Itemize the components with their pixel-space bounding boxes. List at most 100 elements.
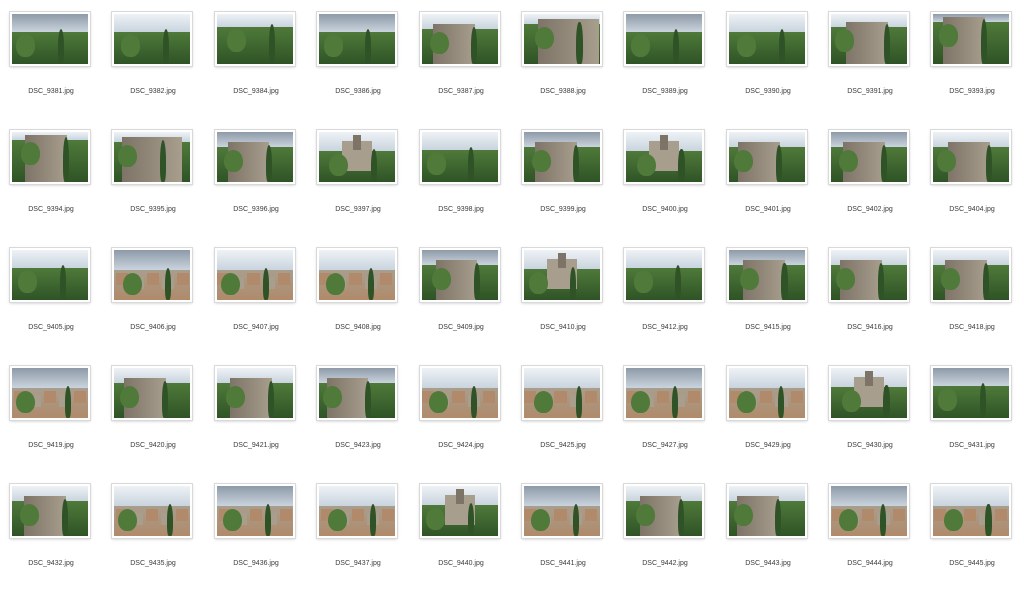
file-item[interactable]: DSC_9408.jpg — [309, 240, 411, 358]
thumbnail-image[interactable] — [422, 14, 498, 64]
file-item[interactable]: DSC_9418.jpg — [923, 240, 1024, 358]
file-name-label[interactable]: DSC_9408.jpg — [309, 324, 407, 331]
file-item[interactable]: DSC_9382.jpg — [104, 4, 206, 122]
thumbnail-image[interactable] — [319, 486, 395, 536]
file-item[interactable]: DSC_9395.jpg — [104, 122, 206, 240]
thumbnail-image[interactable] — [319, 14, 395, 64]
file-item[interactable]: DSC_9393.jpg — [923, 4, 1024, 122]
file-item[interactable]: DSC_9431.jpg — [923, 358, 1024, 476]
file-item[interactable]: DSC_9410.jpg — [514, 240, 616, 358]
file-item[interactable]: DSC_9396.jpg — [207, 122, 309, 240]
file-name-label[interactable]: DSC_9387.jpg — [412, 88, 510, 95]
file-item[interactable]: DSC_9388.jpg — [514, 4, 616, 122]
thumbnail-frame[interactable] — [420, 248, 500, 302]
thumbnail-frame[interactable] — [215, 484, 295, 538]
file-item[interactable]: DSC_9443.jpg — [719, 476, 821, 594]
thumbnail-frame[interactable] — [829, 248, 909, 302]
file-name-label[interactable]: DSC_9389.jpg — [616, 88, 714, 95]
thumbnail-frame[interactable] — [522, 248, 602, 302]
file-item[interactable]: DSC_9415.jpg — [719, 240, 821, 358]
thumbnail-frame[interactable] — [829, 484, 909, 538]
file-item[interactable]: DSC_9390.jpg — [719, 4, 821, 122]
file-item[interactable]: DSC_9441.jpg — [514, 476, 616, 594]
file-item[interactable]: DSC_9445.jpg — [923, 476, 1024, 594]
file-item[interactable]: DSC_9391.jpg — [821, 4, 923, 122]
thumbnail-image[interactable] — [831, 486, 907, 536]
file-item[interactable]: DSC_9412.jpg — [616, 240, 718, 358]
file-item[interactable]: DSC_9405.jpg — [2, 240, 104, 358]
file-name-label[interactable]: DSC_9437.jpg — [309, 560, 407, 567]
file-item[interactable]: DSC_9389.jpg — [616, 4, 718, 122]
thumbnail-frame[interactable] — [829, 12, 909, 66]
file-item[interactable]: DSC_9401.jpg — [719, 122, 821, 240]
file-name-label[interactable]: DSC_9406.jpg — [104, 324, 202, 331]
file-name-label[interactable]: DSC_9440.jpg — [412, 560, 510, 567]
thumbnail-image[interactable] — [217, 14, 293, 64]
file-name-label[interactable]: DSC_9410.jpg — [514, 324, 612, 331]
file-item[interactable]: DSC_9409.jpg — [412, 240, 514, 358]
thumbnail-image[interactable] — [12, 486, 88, 536]
file-name-label[interactable]: DSC_9395.jpg — [104, 206, 202, 213]
thumbnail-frame[interactable] — [10, 130, 90, 184]
file-name-label[interactable]: DSC_9435.jpg — [104, 560, 202, 567]
thumbnail-image[interactable] — [114, 14, 190, 64]
file-item[interactable]: DSC_9420.jpg — [104, 358, 206, 476]
thumbnail-image[interactable] — [729, 14, 805, 64]
file-item[interactable]: DSC_9444.jpg — [821, 476, 923, 594]
file-item[interactable]: DSC_9404.jpg — [923, 122, 1024, 240]
file-item[interactable]: DSC_9407.jpg — [207, 240, 309, 358]
thumbnail-frame[interactable] — [931, 484, 1011, 538]
thumbnail-frame[interactable] — [215, 130, 295, 184]
thumbnail-image[interactable] — [524, 132, 600, 182]
file-name-label[interactable]: DSC_9423.jpg — [309, 442, 407, 449]
thumbnail-image[interactable] — [422, 368, 498, 418]
thumbnail-frame[interactable] — [931, 12, 1011, 66]
thumbnail-image[interactable] — [524, 14, 600, 64]
file-name-label[interactable]: DSC_9388.jpg — [514, 88, 612, 95]
thumbnail-image[interactable] — [422, 486, 498, 536]
file-name-label[interactable]: DSC_9393.jpg — [923, 88, 1021, 95]
thumbnail-frame[interactable] — [420, 366, 500, 420]
file-name-label[interactable]: DSC_9412.jpg — [616, 324, 714, 331]
thumbnail-frame[interactable] — [10, 366, 90, 420]
file-item[interactable]: DSC_9435.jpg — [104, 476, 206, 594]
thumbnail-frame[interactable] — [522, 130, 602, 184]
file-name-label[interactable]: DSC_9430.jpg — [821, 442, 919, 449]
file-name-label[interactable]: DSC_9415.jpg — [719, 324, 817, 331]
file-item[interactable]: DSC_9429.jpg — [719, 358, 821, 476]
file-name-label[interactable]: DSC_9445.jpg — [923, 560, 1021, 567]
file-item[interactable]: DSC_9437.jpg — [309, 476, 411, 594]
thumbnail-image[interactable] — [12, 14, 88, 64]
thumbnail-frame[interactable] — [112, 248, 192, 302]
file-item[interactable]: DSC_9427.jpg — [616, 358, 718, 476]
thumbnail-image[interactable] — [933, 368, 1009, 418]
thumbnail-frame[interactable] — [624, 130, 704, 184]
thumbnail-frame[interactable] — [829, 130, 909, 184]
file-item[interactable]: DSC_9440.jpg — [412, 476, 514, 594]
thumbnail-frame[interactable] — [522, 12, 602, 66]
thumbnail-frame[interactable] — [317, 366, 397, 420]
thumbnail-frame[interactable] — [931, 130, 1011, 184]
thumbnail-image[interactable] — [114, 486, 190, 536]
thumbnail-image[interactable] — [114, 368, 190, 418]
file-name-label[interactable]: DSC_9429.jpg — [719, 442, 817, 449]
thumbnail-image[interactable] — [524, 368, 600, 418]
thumbnail-frame[interactable] — [317, 12, 397, 66]
thumbnail-image[interactable] — [319, 250, 395, 300]
file-item[interactable]: DSC_9423.jpg — [309, 358, 411, 476]
file-item[interactable]: DSC_9432.jpg — [2, 476, 104, 594]
thumbnail-image[interactable] — [12, 250, 88, 300]
file-name-label[interactable]: DSC_9402.jpg — [821, 206, 919, 213]
thumbnail-image[interactable] — [933, 132, 1009, 182]
file-name-label[interactable]: DSC_9405.jpg — [2, 324, 100, 331]
thumbnail-image[interactable] — [217, 132, 293, 182]
file-name-label[interactable]: DSC_9382.jpg — [104, 88, 202, 95]
file-name-label[interactable]: DSC_9381.jpg — [2, 88, 100, 95]
thumbnail-frame[interactable] — [215, 12, 295, 66]
thumbnail-frame[interactable] — [215, 366, 295, 420]
thumbnail-frame[interactable] — [10, 484, 90, 538]
file-name-label[interactable]: DSC_9386.jpg — [309, 88, 407, 95]
thumbnail-image[interactable] — [626, 250, 702, 300]
thumbnail-frame[interactable] — [727, 12, 807, 66]
thumbnail-frame[interactable] — [727, 484, 807, 538]
